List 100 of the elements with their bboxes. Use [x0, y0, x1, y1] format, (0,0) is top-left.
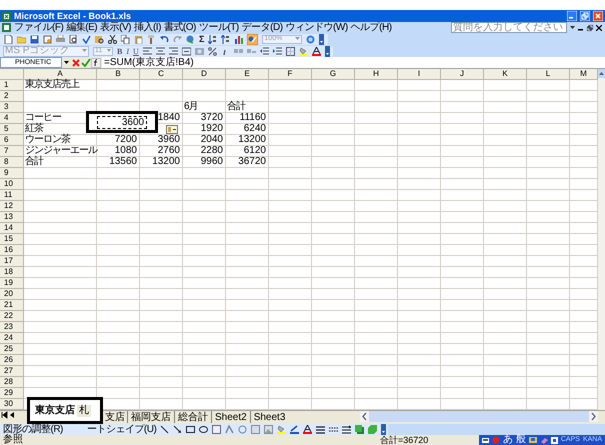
borders-icon[interactable] — [286, 46, 295, 56]
menu-item[interactable]: 表示(V) — [100, 22, 131, 33]
row-header[interactable]: 19 — [0, 278, 24, 289]
picture-file-icon[interactable] — [264, 425, 274, 434]
menu-item[interactable]: ファイル(F) — [14, 22, 64, 33]
menu-item[interactable]: データ(D) — [242, 22, 283, 33]
sheet-tab[interactable]: 支店 — [103, 411, 127, 423]
column-header[interactable]: A — [24, 69, 97, 80]
menu-item[interactable]: 編集(E) — [66, 22, 98, 33]
sheet-tab[interactable]: 札 — [77, 404, 91, 416]
font-style-button[interactable]: B — [117, 46, 122, 56]
row-header[interactable]: 7 — [0, 146, 24, 157]
chart-icon[interactable] — [234, 34, 244, 44]
menu-item[interactable]: 書式(O) — [164, 22, 196, 33]
column-header[interactable]: F — [269, 69, 312, 80]
help-icon[interactable] — [550, 436, 558, 444]
column-header[interactable]: G — [312, 69, 355, 80]
help-search-field[interactable]: 質問を入力してください — [451, 22, 567, 33]
sort-ascending-icon[interactable] — [208, 34, 218, 44]
line-color-icon[interactable] — [290, 425, 300, 434]
input-mode-button[interactable]: あ — [502, 435, 513, 445]
row-header[interactable]: 24 — [0, 333, 24, 344]
row-header[interactable]: 1 — [0, 80, 24, 91]
sheet-tab[interactable]: 東京支店 — [33, 404, 77, 416]
sheet-tab[interactable]: 総合計 — [174, 411, 211, 423]
enter-check-icon[interactable] — [81, 58, 91, 68]
row-header[interactable]: 14 — [0, 223, 24, 234]
font-color-icon[interactable] — [303, 425, 312, 434]
row-header[interactable]: 25 — [0, 344, 24, 355]
shadow-icon[interactable] — [355, 425, 364, 434]
align-center-icon[interactable] — [156, 46, 165, 56]
row-header[interactable]: 11 — [0, 190, 24, 201]
row-header[interactable]: 21 — [0, 300, 24, 311]
cancel-icon[interactable] — [71, 58, 81, 68]
row-header[interactable]: 5 — [0, 124, 24, 135]
row-header[interactable]: 15 — [0, 234, 24, 245]
toolbar-options-icon[interactable] — [381, 424, 386, 435]
menu-item[interactable]: ヘルプ(H) — [350, 22, 392, 33]
column-header[interactable]: L — [527, 69, 570, 80]
row-header[interactable]: 10 — [0, 179, 24, 190]
paste-options-icon[interactable] — [166, 124, 178, 134]
sheet-tab[interactable]: 福岡支店 — [127, 411, 174, 423]
keyboard-icon[interactable] — [482, 436, 489, 444]
hyperlink-icon[interactable] — [186, 34, 195, 44]
scroll-up-icon[interactable] — [598, 69, 605, 78]
arrow-icon[interactable] — [173, 425, 182, 434]
row-header[interactable]: 4 — [0, 113, 24, 124]
scroll-left-icon[interactable] — [360, 411, 369, 422]
column-header[interactable]: I — [398, 69, 441, 80]
close-icon[interactable] — [596, 24, 602, 30]
conversion-mode-button[interactable]: 般 — [516, 435, 526, 445]
scroll-right-icon[interactable] — [589, 411, 598, 422]
menu-item[interactable]: ウィンドウ(W) — [286, 22, 348, 33]
row-header[interactable]: 13 — [0, 212, 24, 223]
formula-field[interactable]: =SUM(東京支店!B4) — [102, 57, 605, 68]
draw-menu[interactable]: 図形の調整(R) — [3, 424, 63, 435]
row-header[interactable]: 17 — [0, 256, 24, 267]
toolbar-options-icon[interactable] — [319, 34, 324, 44]
format-painter-icon[interactable] — [147, 34, 156, 44]
diagram-icon[interactable] — [238, 425, 248, 434]
row-header[interactable]: 30 — [0, 399, 24, 410]
first-sheet-icon[interactable] — [0, 411, 8, 420]
print-icon[interactable] — [56, 34, 65, 44]
row-header[interactable]: 26 — [0, 355, 24, 366]
merge-center-icon[interactable] — [182, 46, 191, 56]
row-header[interactable]: 23 — [0, 322, 24, 333]
sort-descending-icon[interactable] — [221, 34, 230, 44]
cut-icon[interactable] — [108, 34, 117, 44]
row-header[interactable]: 22 — [0, 311, 24, 322]
column-header[interactable]: B — [97, 69, 140, 80]
column-header[interactable]: D — [183, 69, 226, 80]
align-left-icon[interactable] — [142, 46, 152, 56]
autosum-button[interactable]: Σ — [199, 34, 204, 44]
increase-indent-icon[interactable] — [272, 46, 282, 56]
horizontal-scrollbar[interactable] — [360, 411, 598, 422]
clip-art-icon[interactable] — [251, 425, 260, 434]
text-box-icon[interactable] — [212, 425, 222, 434]
paste-icon[interactable] — [134, 34, 143, 44]
font-style-button[interactable]: U — [133, 46, 139, 56]
row-header[interactable]: 9 — [0, 168, 24, 179]
column-header[interactable]: K — [484, 69, 527, 80]
font-color-icon[interactable] — [312, 46, 321, 56]
decrease-indent-icon[interactable] — [260, 46, 269, 56]
row-header[interactable]: 27 — [0, 366, 24, 377]
dropdown-arrow-icon[interactable] — [570, 25, 575, 30]
undo-icon[interactable] — [160, 34, 169, 44]
spelling-icon[interactable] — [82, 34, 91, 44]
row-header[interactable]: 12 — [0, 201, 24, 212]
restore-icon[interactable] — [587, 24, 593, 30]
copy-icon[interactable] — [121, 34, 130, 44]
row-header[interactable]: 8 — [0, 157, 24, 168]
row-header[interactable]: 29 — [0, 388, 24, 399]
row-header[interactable]: 20 — [0, 289, 24, 300]
row-header[interactable]: 6 — [0, 135, 24, 146]
insert-function-icon[interactable] — [91, 58, 101, 68]
row-header[interactable]: 16 — [0, 245, 24, 256]
font-style-button[interactable]: I — [126, 46, 130, 56]
line-style-icon[interactable] — [316, 425, 326, 434]
autoshapes-menu[interactable]: ートシェイプ(U) — [86, 424, 156, 435]
fill-color-icon[interactable] — [298, 46, 308, 56]
